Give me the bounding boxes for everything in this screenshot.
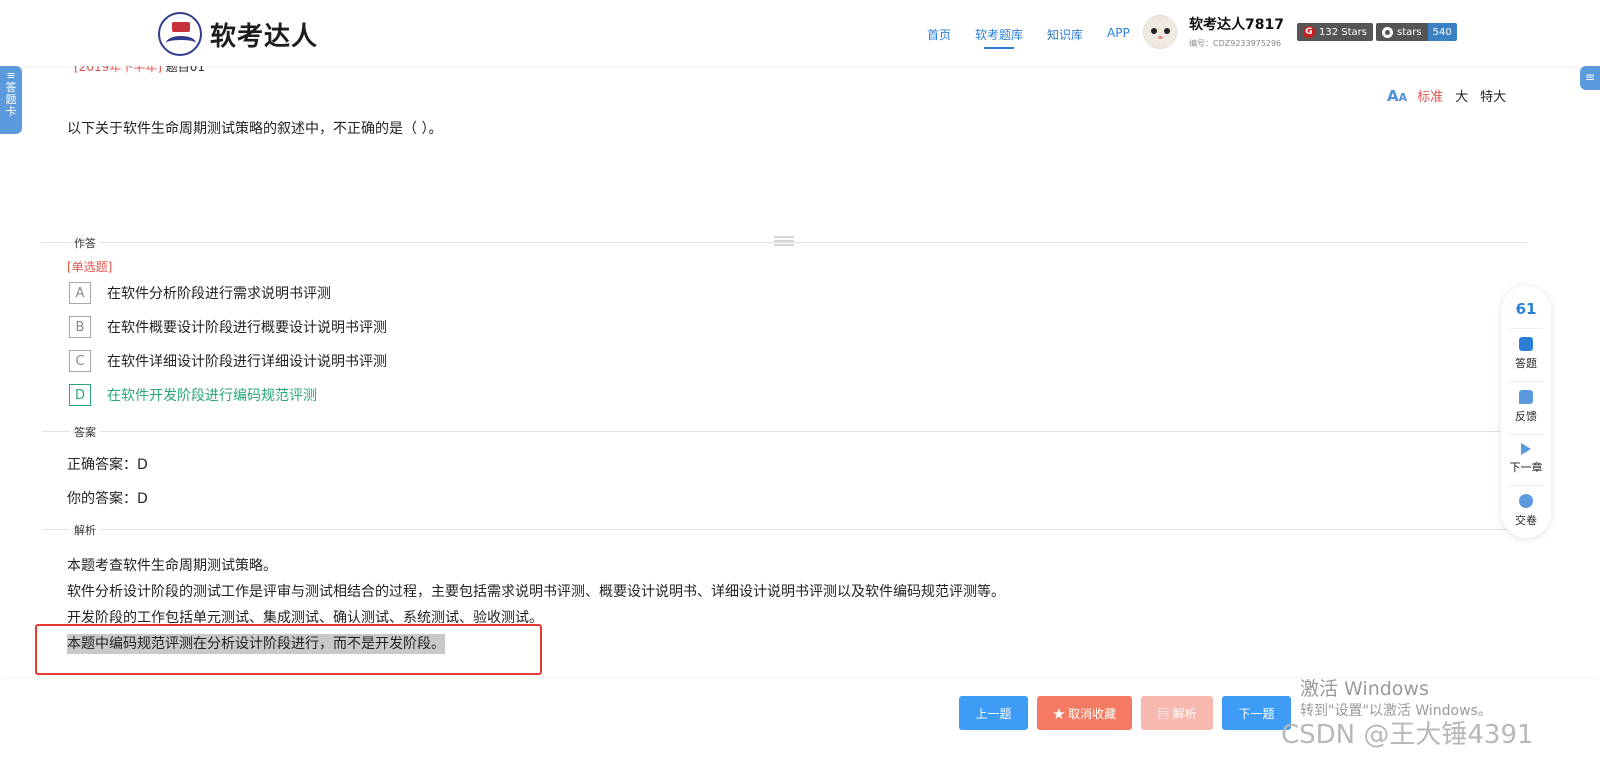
answer-card-tab[interactable]: ≡ 答题卡 <box>0 66 22 134</box>
feedback-icon <box>1519 390 1533 404</box>
correct-answer: 正确答案：D <box>67 457 148 473</box>
option-text: 在软件开发阶段进行编码规范评测 <box>107 388 317 404</box>
main-nav: 首页 软考题库 知识库 APP <box>927 26 1154 49</box>
user-name: 软考达人7817 <box>1189 17 1284 33</box>
gitee-star-count: 132 Stars <box>1319 26 1367 38</box>
option-letter: A <box>69 282 91 304</box>
avatar[interactable] <box>1143 14 1177 49</box>
option-d[interactable]: D 在软件开发阶段进行编码规范评测 <box>69 384 317 406</box>
section-analysis: 解析 <box>70 522 100 538</box>
gitee-stars-badge[interactable]: G 132 Stars <box>1297 23 1373 41</box>
analysis-line-2: 软件分析设计阶段的测试工作是评审与测试相结合的过程，主要包括需求说明书评测、概要… <box>67 584 1005 600</box>
menu-icon: ≡ <box>1584 70 1596 84</box>
font-size-icon: AA <box>1387 86 1408 105</box>
nav-home[interactable]: 首页 <box>927 26 951 43</box>
option-letter: C <box>69 350 91 372</box>
top-header: 软考达人 首页 软考题库 知识库 APP 软考达人7817 编号：CDZ9233… <box>0 0 1600 66</box>
csdn-watermark: CSDN @王大锤4391 <box>1281 720 1534 750</box>
font-size-standard[interactable]: 标准 <box>1417 86 1443 105</box>
analysis-button[interactable]: ▤ 解析 <box>1141 696 1213 730</box>
question-count: 61 <box>1515 300 1537 318</box>
submit-button[interactable]: 交卷 <box>1509 485 1543 528</box>
analysis-line-1: 本题考查软件生命周期测试策略。 <box>67 558 277 574</box>
submit-icon <box>1519 494 1533 508</box>
option-letter: D <box>69 384 91 406</box>
next-chapter-icon <box>1521 443 1531 455</box>
option-c[interactable]: C 在软件详细设计阶段进行详细设计说明书评测 <box>69 350 387 372</box>
nav-knowledge-base[interactable]: 知识库 <box>1047 26 1083 43</box>
prev-question-button[interactable]: 上一题 <box>959 696 1028 730</box>
right-menu-tab[interactable]: ≡ <box>1580 66 1600 90</box>
question-type: [单选题] <box>67 260 113 274</box>
option-text: 在软件概要设计阶段进行概要设计说明书评测 <box>107 320 387 336</box>
answer-sheet-button[interactable]: 答题 <box>1509 328 1543 371</box>
brand-name: 软考达人 <box>210 21 319 52</box>
next-chapter-button[interactable]: 下一章 <box>1509 434 1543 475</box>
logo-emblem-icon <box>158 12 202 56</box>
font-size-switcher: AA 标准 大 特大 <box>1387 86 1518 106</box>
github-icon <box>1382 26 1393 38</box>
github-star-count: 540 <box>1427 23 1457 41</box>
feedback-button[interactable]: 反馈 <box>1509 381 1543 424</box>
github-stars-badge[interactable]: stars 540 <box>1376 23 1457 41</box>
feedback-label: 反馈 <box>1515 410 1537 423</box>
option-b[interactable]: B 在软件概要设计阶段进行概要设计说明书评测 <box>69 316 387 338</box>
github-star-label: stars <box>1397 26 1422 38</box>
option-a[interactable]: A 在软件分析阶段进行需求说明书评测 <box>69 282 331 304</box>
nav-question-bank[interactable]: 软考题库 <box>975 26 1023 49</box>
question-stem: 以下关于软件生命周期测试策略的叙述中，不正确的是（ ）。 <box>67 121 443 137</box>
font-size-large[interactable]: 大 <box>1455 86 1468 105</box>
floating-tool-panel: 61 答题 反馈 下一章 交卷 <box>1501 286 1551 538</box>
answer-sheet-icon <box>1519 337 1533 351</box>
user-profile[interactable]: 软考达人7817 编号：CDZ9233975296 <box>1143 14 1284 49</box>
user-id: 编号：CDZ9233975296 <box>1189 39 1282 48</box>
drag-handle-icon[interactable] <box>774 236 794 248</box>
gitee-icon: G <box>1303 26 1315 38</box>
your-answer: 你的答案：D <box>67 491 148 507</box>
option-letter: B <box>69 316 91 338</box>
option-text: 在软件分析阶段进行需求说明书评测 <box>107 286 331 302</box>
windows-activation-title: 激活 Windows <box>1300 678 1429 700</box>
next-chapter-label: 下一章 <box>1509 461 1543 474</box>
annotation-box <box>35 624 542 675</box>
section-answer-area: 作答 <box>70 235 100 251</box>
option-text: 在软件详细设计阶段进行详细设计说明书评测 <box>107 354 387 370</box>
font-size-xlarge[interactable]: 特大 <box>1480 86 1506 105</box>
nav-app[interactable]: APP <box>1107 26 1130 43</box>
unfavorite-button[interactable]: ★ 取消收藏 <box>1037 696 1132 730</box>
answer-sheet-label: 答题 <box>1515 357 1537 370</box>
answer-card-label: 答题卡 <box>5 81 17 118</box>
brand-logo[interactable]: 软考达人 <box>158 12 318 56</box>
section-answer: 答案 <box>70 424 100 440</box>
submit-label: 交卷 <box>1515 514 1537 527</box>
divider <box>42 431 1527 432</box>
divider <box>42 529 1527 530</box>
